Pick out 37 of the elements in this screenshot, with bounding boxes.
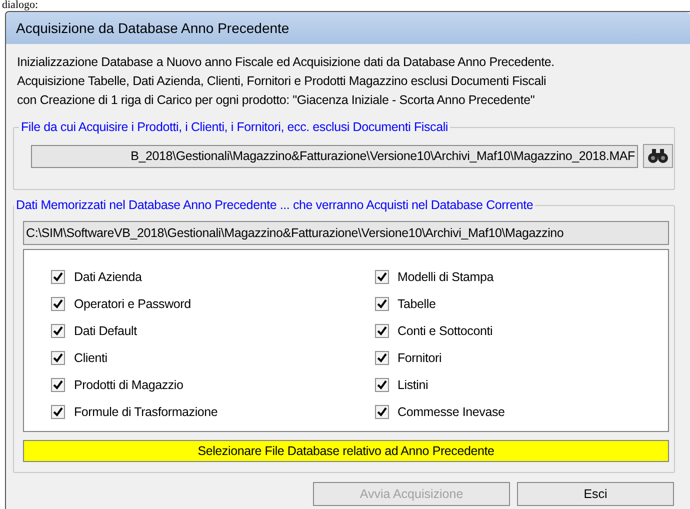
description-text: con Creazione di 1 riga di Carico per ogni prodotto: "Giacenza Iniziale - Scorta Anno Precedente" bbox=[17, 92, 535, 109]
checkbox-label: Tabelle bbox=[398, 296, 436, 313]
page-caption: dialogo: bbox=[2, 0, 38, 11]
checkbox[interactable] bbox=[51, 297, 65, 311]
checkbox[interactable] bbox=[374, 324, 388, 338]
checkbox-label: Commesse Inevase bbox=[398, 404, 505, 421]
binoculars-icon bbox=[648, 149, 668, 163]
checkbox-label: Dati Default bbox=[74, 322, 137, 340]
checkbox-label: Listini bbox=[398, 376, 428, 394]
checkbox-label: Dati Azienda bbox=[74, 268, 142, 286]
checkbox[interactable] bbox=[374, 351, 388, 365]
window-title: Acquisizione da Database Anno Precedente bbox=[16, 18, 290, 38]
checkbox-label: Prodotti di Magazzio bbox=[74, 376, 184, 394]
file-path-field[interactable]: B_2018\Gestionali\Magazzino&Fatturazione\Versione10\Archivi_Maf10\Magazzino_2018.MAF bbox=[31, 144, 638, 168]
group-title: File da cui Acquisire i Prodotti, i Clienti, i Fornitori, ecc. esclusi Documenti Fiscali bbox=[19, 119, 450, 135]
description-text: Inizializzazione Database a Nuovo anno Fiscale ed Acquisizione dati da Database Anno Precedente. bbox=[17, 54, 554, 71]
checkbox[interactable] bbox=[51, 405, 65, 419]
checkbox[interactable] bbox=[51, 351, 65, 365]
checkbox-label: Operatori e Password bbox=[74, 296, 191, 313]
checkbox-label: Formule di Trasformazione bbox=[74, 404, 218, 421]
checkbox[interactable] bbox=[51, 324, 65, 338]
checkbox-label: Clienti bbox=[74, 350, 108, 367]
checkbox-label: Conti e Sottoconti bbox=[398, 322, 493, 340]
search-button[interactable] bbox=[643, 144, 673, 168]
checkbox[interactable] bbox=[374, 297, 388, 311]
file-path-field[interactable]: C:\SIM\SoftwareVB_2018\Gestionali\Magazzino&Fatturazione\Versione10\Archivi_Maf10\Magazzino bbox=[23, 221, 669, 245]
checkbox[interactable] bbox=[374, 405, 388, 419]
description-text: Acquisizione Tabelle, Dati Azienda, Clienti, Fornitori e Prodotti Magazzino esclusi Documenti Fiscali bbox=[17, 73, 546, 90]
checkbox[interactable] bbox=[374, 270, 388, 284]
checkbox[interactable] bbox=[51, 378, 65, 392]
status-message: Selezionare File Database relativo ad Anno Precedente bbox=[23, 440, 669, 462]
checkbox[interactable] bbox=[374, 378, 388, 392]
checkbox[interactable] bbox=[51, 270, 65, 284]
exit-button[interactable]: Esci bbox=[517, 482, 674, 506]
checkbox-label: Modelli di Stampa bbox=[398, 268, 494, 286]
group-title: Dati Memorizzati nel Database Anno Precedente ... che verranno Acquisti nel Database Corrente bbox=[14, 197, 536, 213]
checkbox-label: Fornitori bbox=[398, 350, 442, 367]
